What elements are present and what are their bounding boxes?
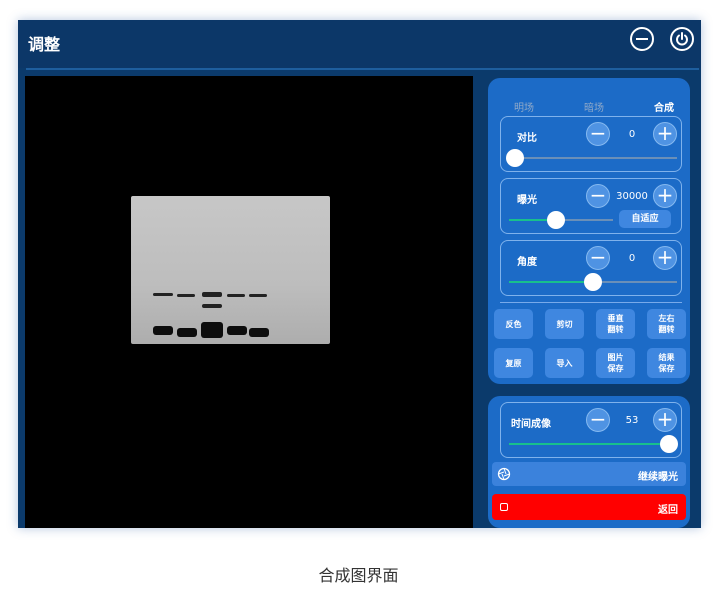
- blot-image: [131, 196, 330, 344]
- title-bar: 调整: [18, 20, 701, 68]
- timelapse-increase-button[interactable]: +: [653, 408, 677, 432]
- tab-dark-field[interactable]: 暗场: [584, 99, 604, 114]
- angle-label: 角度: [517, 257, 537, 268]
- flip-vertical-button[interactable]: 垂直 翻转: [596, 309, 635, 339]
- contrast-value: 0: [628, 129, 636, 140]
- power-icon: [676, 32, 688, 46]
- tab-bright-field[interactable]: 明场: [514, 99, 534, 114]
- panel-divider: [500, 302, 682, 303]
- exposure-group: 曝光 − 30000 + 自适应: [500, 178, 682, 234]
- figure-caption: 合成图界面: [318, 566, 399, 585]
- exposure-value: 30000: [616, 191, 648, 202]
- angle-increase-button[interactable]: +: [653, 246, 677, 270]
- contrast-label: 对比: [517, 133, 537, 144]
- timelapse-slider-fill[interactable]: [509, 443, 669, 445]
- timelapse-label: 时间成像: [511, 419, 551, 430]
- back-button[interactable]: 返回: [492, 494, 686, 520]
- minus-circle-icon: [636, 38, 648, 40]
- contrast-group: 对比 − 0 +: [500, 116, 682, 172]
- exposure-increase-button[interactable]: +: [653, 184, 677, 208]
- import-button[interactable]: 导入: [545, 348, 584, 378]
- angle-value: 0: [628, 253, 636, 264]
- timelapse-group: 时间成像 − 53 +: [500, 402, 682, 458]
- restore-button[interactable]: 复原: [494, 348, 533, 378]
- exposure-label: 曝光: [517, 195, 537, 206]
- power-button[interactable]: [670, 27, 694, 51]
- image-canvas[interactable]: [25, 76, 473, 528]
- save-image-button[interactable]: 图片 保存: [596, 348, 635, 378]
- minimize-button[interactable]: [630, 27, 654, 51]
- continue-exposure-label: 继续曝光: [638, 472, 678, 483]
- window-title: 调整: [28, 35, 61, 54]
- crop-button[interactable]: 剪切: [545, 309, 584, 339]
- angle-group: 角度 − 0 +: [500, 240, 682, 296]
- continue-exposure-button[interactable]: 继续曝光: [492, 462, 686, 486]
- adjust-panel: 明场 暗场 合成 对比 − 0 + 曝光 − 30000 + 自适应 角度 − …: [488, 78, 690, 384]
- timelapse-value: 53: [625, 415, 639, 426]
- contrast-increase-button[interactable]: +: [653, 122, 677, 146]
- timelapse-panel: 时间成像 − 53 + 继续曝光 返回: [488, 396, 690, 528]
- exposure-slider-handle[interactable]: [547, 211, 565, 229]
- app-window: 调整 明场 暗场 合成 对比 − 0 + 曝光 − 30000 + 自适应 角度…: [18, 20, 701, 528]
- title-divider: [26, 68, 699, 70]
- flip-horizontal-button[interactable]: 左右 翻转: [647, 309, 686, 339]
- angle-slider-handle[interactable]: [584, 273, 602, 291]
- back-label: 返回: [658, 505, 678, 516]
- angle-slider-fill: [509, 281, 593, 283]
- timelapse-slider-handle[interactable]: [660, 435, 678, 453]
- contrast-slider-track[interactable]: [509, 157, 677, 159]
- contrast-slider-handle[interactable]: [506, 149, 524, 167]
- adaptive-button[interactable]: 自适应: [619, 210, 671, 228]
- invert-button[interactable]: 反色: [494, 309, 533, 339]
- stop-icon: [500, 503, 508, 511]
- tab-composite[interactable]: 合成: [654, 99, 674, 114]
- aperture-icon: [497, 467, 511, 481]
- save-result-button[interactable]: 结果 保存: [647, 348, 686, 378]
